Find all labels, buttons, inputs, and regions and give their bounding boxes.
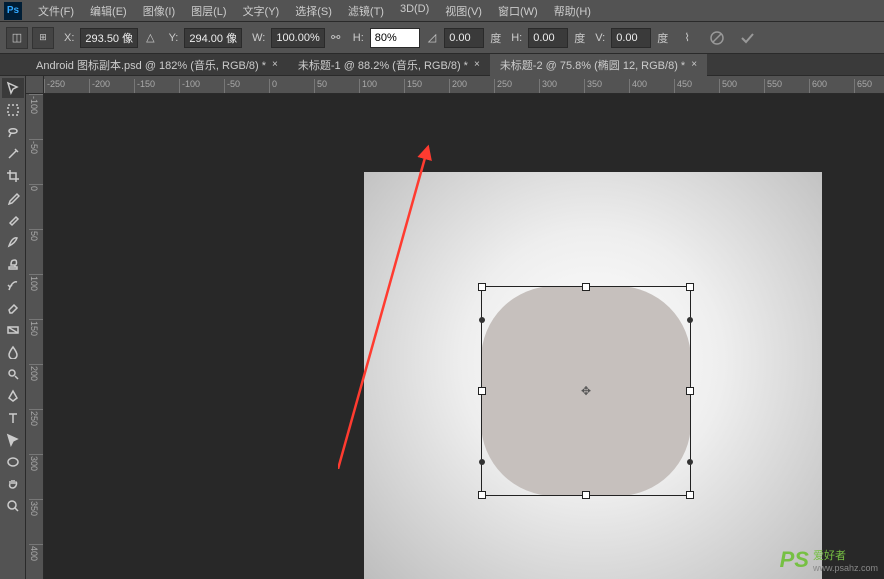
handle-tr[interactable] (686, 283, 694, 291)
menu-item[interactable]: 窗口(W) (490, 3, 546, 19)
reference-point-icon[interactable]: ⊞ (32, 27, 54, 49)
w-input[interactable]: 100.00% (271, 28, 324, 48)
angle-input[interactable]: 0.00 (444, 28, 484, 48)
handle-bc[interactable] (582, 491, 590, 499)
tab-2[interactable]: 未标题-1 @ 88.2% (音乐, RGB/8) * × (288, 54, 490, 76)
handle-lc[interactable] (478, 387, 486, 395)
handle-tl[interactable] (478, 283, 486, 291)
x-input[interactable]: 293.50 像 (80, 28, 138, 48)
ruler-horizontal[interactable]: -250-200-150-100-50050100150200250300350… (44, 76, 884, 94)
ruler-corner (26, 76, 44, 94)
menu-item[interactable]: 滤镜(T) (340, 3, 392, 19)
eraser-tool[interactable] (2, 298, 24, 318)
menu-item[interactable]: 选择(S) (287, 3, 340, 19)
move-tool[interactable] (2, 78, 24, 98)
tab-3[interactable]: 未标题-2 @ 75.8% (椭圆 12, RGB/8) * × (490, 54, 707, 76)
angle-unit: 度 (490, 30, 501, 46)
menu-bar: Ps 文件(F)编辑(E)图像(I)图层(L)文字(Y)选择(S)滤镜(T)3D… (0, 0, 884, 22)
angle-icon: ◿ (428, 31, 436, 44)
handle-rc[interactable] (686, 387, 694, 395)
app-logo: Ps (4, 2, 22, 20)
curve-point[interactable] (687, 317, 693, 323)
link-icon[interactable]: ⚯ (329, 31, 343, 45)
skew-h-input[interactable]: 0.00 (528, 28, 568, 48)
menu-item[interactable]: 文件(F) (30, 3, 82, 19)
cancel-icon[interactable] (706, 27, 728, 49)
blur-tool[interactable] (2, 342, 24, 362)
close-icon[interactable]: × (272, 59, 278, 70)
history-brush-tool[interactable] (2, 276, 24, 296)
options-bar: ◫ ⊞ X: 293.50 像 △ Y: 294.00 像 W: 100.00%… (0, 22, 884, 54)
brush-tool[interactable] (2, 232, 24, 252)
tab-label: 未标题-2 @ 75.8% (椭圆 12, RGB/8) * (500, 57, 685, 73)
wand-tool[interactable] (2, 144, 24, 164)
tab-label: 未标题-1 @ 88.2% (音乐, RGB/8) * (298, 57, 468, 73)
handle-br[interactable] (686, 491, 694, 499)
tab-1[interactable]: Android 图标副本.psd @ 182% (音乐, RGB/8) * × (26, 54, 288, 76)
marquee-tool[interactable] (2, 100, 24, 120)
y-input[interactable]: 294.00 像 (184, 28, 242, 48)
menu-item[interactable]: 编辑(E) (82, 3, 135, 19)
watermark: PS 爱好者 www.psahz.com (780, 547, 878, 573)
curve-point[interactable] (479, 459, 485, 465)
transform-bounds[interactable]: ✥ (481, 286, 691, 496)
y-label: Y: (169, 32, 179, 44)
close-icon[interactable]: × (474, 59, 480, 70)
curve-point[interactable] (687, 459, 693, 465)
menu-item[interactable]: 3D(D) (392, 3, 437, 19)
type-tool[interactable] (2, 408, 24, 428)
w-label: W: (252, 32, 265, 44)
gradient-tool[interactable] (2, 320, 24, 340)
shape-tool[interactable] (2, 452, 24, 472)
menu-item[interactable]: 帮助(H) (546, 3, 599, 19)
tab-label: Android 图标副本.psd @ 182% (音乐, RGB/8) * (36, 57, 266, 73)
hand-tool[interactable] (2, 474, 24, 494)
watermark-url: www.psahz.com (813, 563, 878, 573)
eyedropper-tool[interactable] (2, 188, 24, 208)
curve-point[interactable] (479, 317, 485, 323)
menu-item[interactable]: 图像(I) (135, 3, 183, 19)
canvas-area[interactable]: -250-200-150-100-50050100150200250300350… (26, 76, 884, 579)
pen-tool[interactable] (2, 386, 24, 406)
toolbox (0, 76, 26, 579)
stamp-tool[interactable] (2, 254, 24, 274)
menu-item[interactable]: 文字(Y) (235, 3, 288, 19)
document-tabs: Android 图标副本.psd @ 182% (音乐, RGB/8) * × 未… (0, 54, 884, 76)
handle-bl[interactable] (478, 491, 486, 499)
watermark-logo: PS (780, 547, 809, 573)
delta-icon[interactable]: △ (146, 31, 154, 44)
skew-h-unit: 度 (574, 30, 585, 46)
dodge-tool[interactable] (2, 364, 24, 384)
zoom-tool[interactable] (2, 496, 24, 516)
skew-v-label: V: (595, 32, 605, 44)
transform-tool-icon[interactable]: ◫ (6, 27, 28, 49)
x-label: X: (64, 32, 74, 44)
ruler-vertical[interactable]: -100-50050100150200250300350400450500 (26, 94, 44, 579)
crop-tool[interactable] (2, 166, 24, 186)
commit-icon[interactable] (736, 27, 758, 49)
skew-v-input[interactable]: 0.00 (611, 28, 651, 48)
lasso-tool[interactable] (2, 122, 24, 142)
menu-item[interactable]: 视图(V) (437, 3, 490, 19)
h-label: H: (353, 32, 364, 44)
skew-h-label: H: (511, 32, 522, 44)
close-icon[interactable]: × (691, 59, 697, 70)
heal-tool[interactable] (2, 210, 24, 230)
path-tool[interactable] (2, 430, 24, 450)
h-input[interactable]: 80% (370, 28, 420, 48)
warp-icon[interactable]: ⌇ (676, 27, 698, 49)
menu-item[interactable]: 图层(L) (183, 3, 234, 19)
watermark-text: 爱好者 (813, 547, 878, 563)
center-point-icon[interactable]: ✥ (580, 385, 592, 397)
skew-v-unit: 度 (657, 30, 668, 46)
handle-tc[interactable] (582, 283, 590, 291)
